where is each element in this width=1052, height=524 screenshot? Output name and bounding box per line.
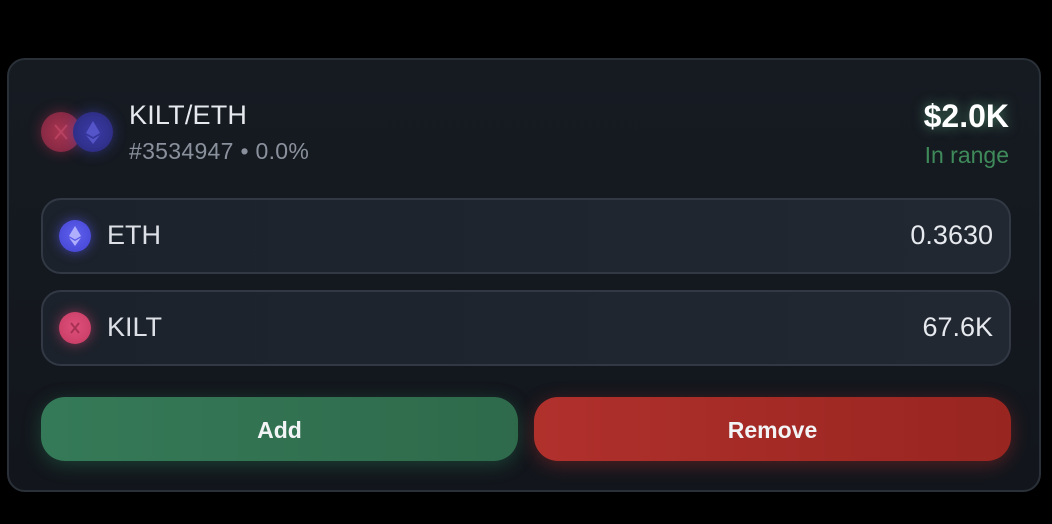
pair-icons: [41, 110, 113, 154]
separator-dot: •: [240, 138, 249, 164]
position-id: #3534947: [129, 138, 234, 164]
token-symbol: KILT: [107, 312, 163, 342]
position-header: KILT/ETH #3534947 • 0.0% $2.0K In range: [41, 98, 1009, 178]
token-row-kilt: KILT 67.6K: [41, 290, 1011, 366]
position-card: KILT/ETH #3534947 • 0.0% $2.0K In range …: [7, 58, 1041, 492]
position-subtitle: #3534947 • 0.0%: [129, 138, 309, 165]
eth-icon: [59, 220, 91, 252]
fee-tier: 0.0%: [255, 138, 310, 164]
token-symbol: ETH: [107, 220, 161, 250]
position-value: $2.0K: [923, 98, 1009, 134]
token-amount: 0.3630: [910, 220, 993, 250]
pair-name: KILT/ETH: [129, 100, 248, 130]
token-row-eth: ETH 0.3630: [41, 198, 1011, 274]
token-amount: 67.6K: [922, 312, 993, 342]
range-status: In range: [924, 142, 1009, 168]
eth-token-icon: [73, 112, 113, 152]
kilt-icon: [59, 312, 91, 344]
remove-liquidity-button[interactable]: Remove: [534, 397, 1011, 461]
add-liquidity-button[interactable]: Add: [41, 397, 518, 461]
